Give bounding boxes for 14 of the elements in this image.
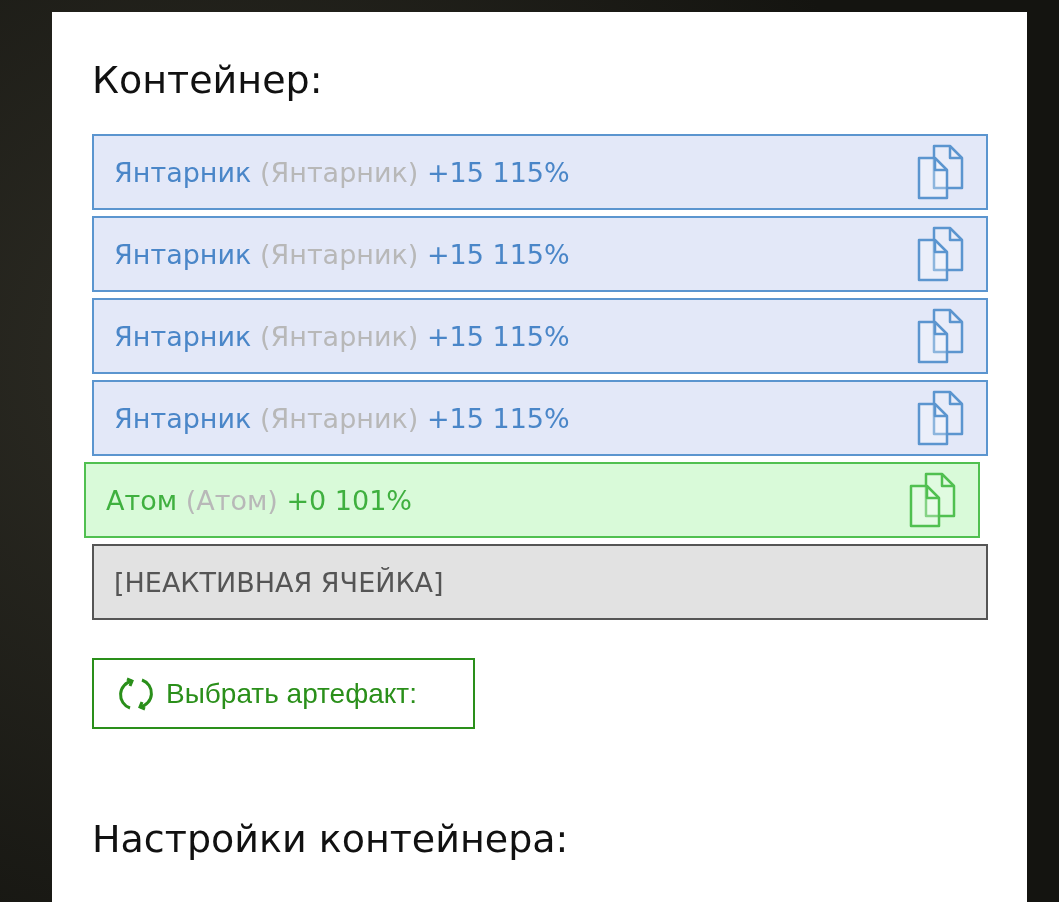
copy-icon[interactable] [916,144,966,200]
select-artifact-button[interactable]: Выбрать артефакт: [92,658,475,729]
copy-icon[interactable] [916,226,966,282]
artifact-slot[interactable]: Янтарник (Янтарник) +15 115% [92,216,988,292]
artifact-slot[interactable]: Атом (Атом) +0 101% [84,462,980,538]
section-title: Контейнер: [92,58,324,102]
refresh-icon [118,675,154,712]
artifact-slot[interactable]: Янтарник (Янтарник) +15 115% [92,380,988,456]
artifact-slot[interactable]: Янтарник (Янтарник) +15 115% [92,134,988,210]
artifact-slot[interactable]: Янтарник (Янтарник) +15 115% [92,298,988,374]
section-title: Настройки контейнера: [92,817,570,861]
copy-icon[interactable] [916,390,966,446]
copy-icon[interactable] [908,472,958,528]
copy-icon[interactable] [916,308,966,364]
